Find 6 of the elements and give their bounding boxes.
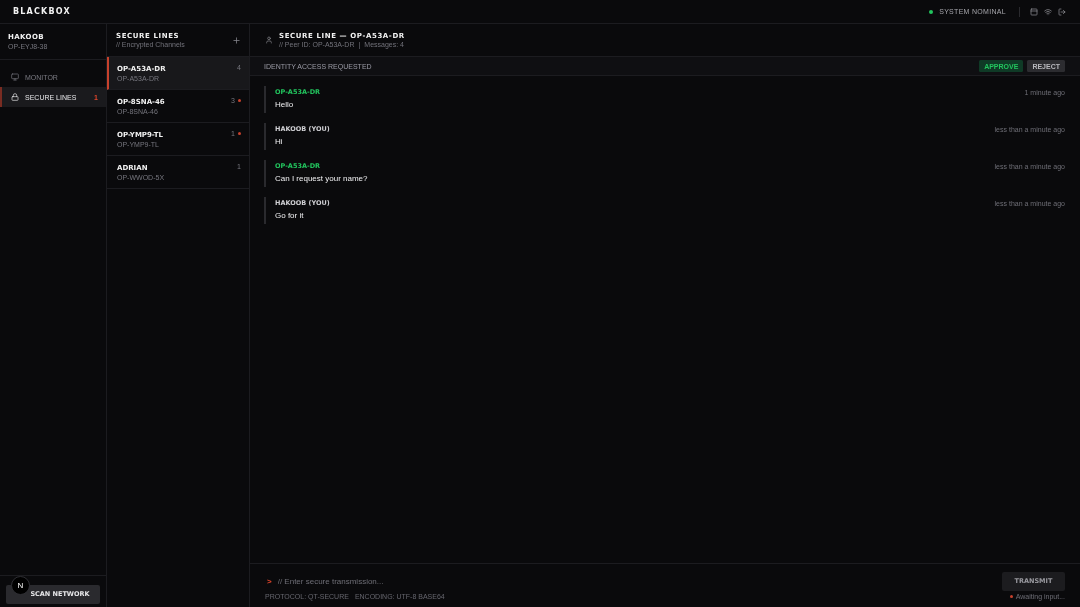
app-logo: BLACKBOX bbox=[13, 7, 71, 16]
prompt-marker: > bbox=[266, 576, 272, 586]
message-text: Hello bbox=[275, 100, 295, 109]
message-text: Can I request your name? bbox=[275, 174, 368, 183]
message-text: Hi bbox=[275, 137, 284, 146]
message-text: Go for it bbox=[275, 211, 305, 220]
